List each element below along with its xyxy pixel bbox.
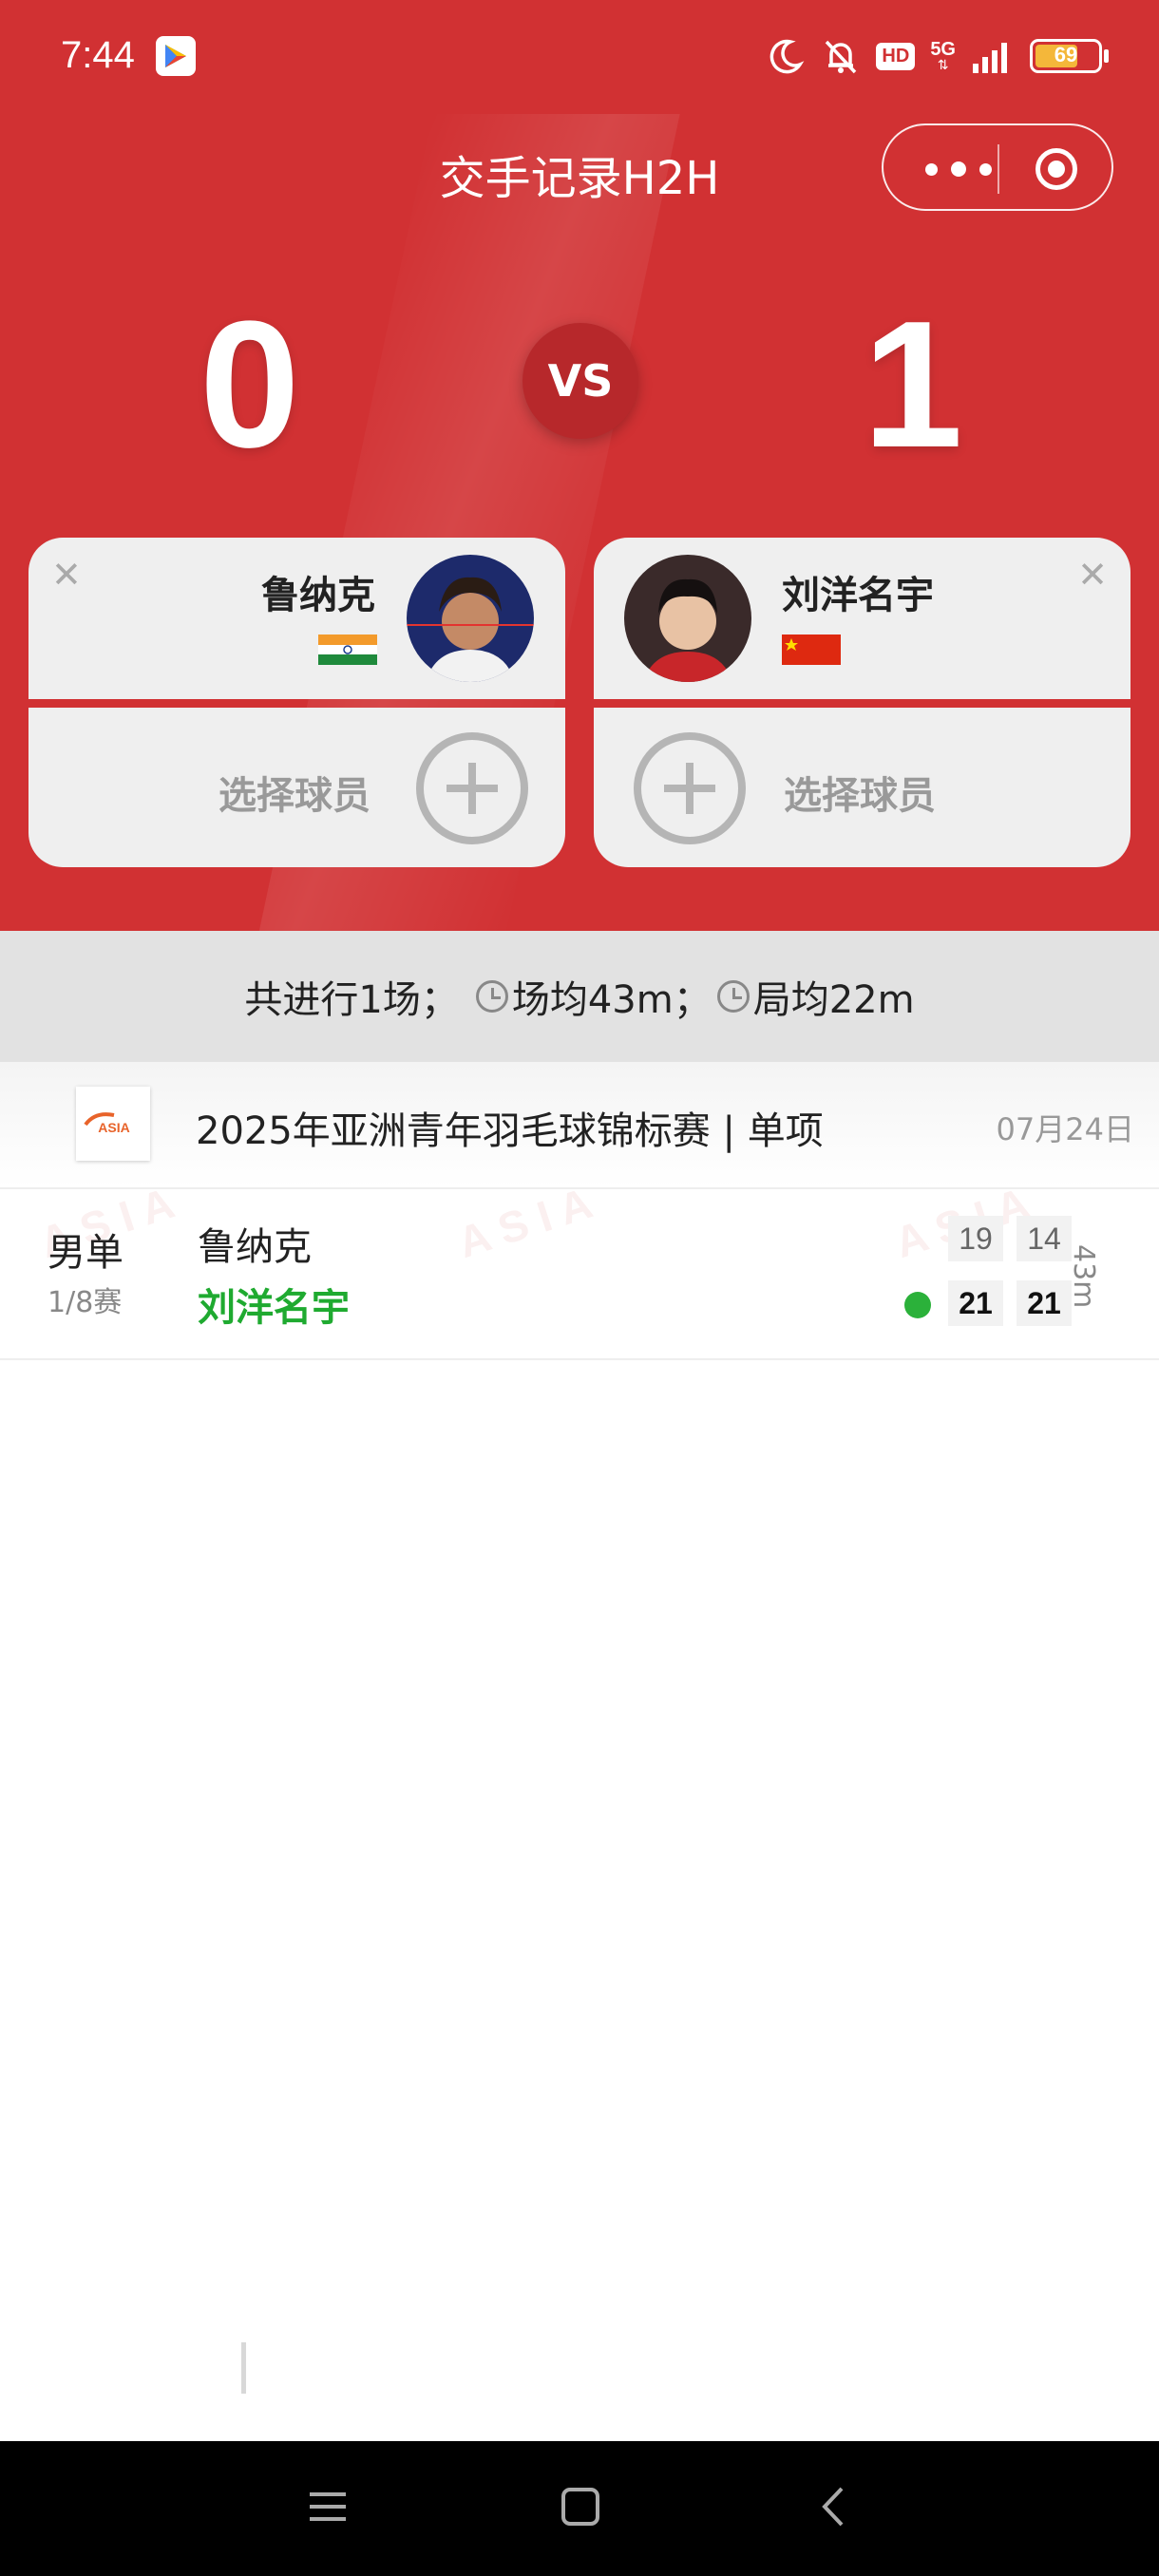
mini-program-capsule <box>882 123 1113 211</box>
h2h-summary: 共进行1场； 场均43m； 局均22m <box>0 931 1159 1062</box>
p2-game2-score: 21 <box>1016 1280 1072 1326</box>
tournament-date: 07月24日 <box>996 1111 1134 1147</box>
moon-icon <box>770 39 805 74</box>
match-row[interactable]: A S I A A S I A A S I A 男单 1/8赛 鲁纳克 刘洋名宇… <box>0 1187 1159 1360</box>
badminton-asia-logo: ASIA <box>76 1087 150 1161</box>
scroll-indicator <box>241 2342 246 2394</box>
status-bar: 7:44 HD 5G ⇅ 69 <box>0 0 1159 114</box>
menu-icon[interactable] <box>306 2485 350 2529</box>
select-player-left[interactable]: 选择球员 <box>28 708 565 867</box>
logo-text: ASIA <box>98 1120 129 1135</box>
add-player-left-icon[interactable] <box>416 732 528 844</box>
battery-percent: 69 <box>1054 43 1078 66</box>
match-duration: 43m <box>1067 1244 1100 1309</box>
add-player-right-icon[interactable] <box>634 732 746 844</box>
match-player1: 鲁纳克 <box>198 1225 312 1269</box>
match-round: 1/8赛 <box>48 1286 123 1319</box>
player-right-name: 刘洋名宇 <box>782 574 934 617</box>
tournament-row[interactable]: ASIA 2025年亚洲青年羽毛球锦标赛 | 单项 07月24日 <box>0 1062 1159 1189</box>
status-time: 7:44 <box>61 34 135 76</box>
player-left-name: 鲁纳克 <box>261 574 375 617</box>
remove-player-left-icon[interactable]: ✕ <box>51 557 82 593</box>
remove-player-right-icon[interactable]: ✕ <box>1077 557 1108 593</box>
p2-game1-score: 21 <box>948 1280 1003 1326</box>
play-store-icon <box>156 36 196 76</box>
score-right: 1 <box>863 284 963 485</box>
summary-total: 共进行1场； <box>244 978 459 1022</box>
summary-avg-match: 场均43m； <box>511 978 712 1022</box>
vs-badge: VS <box>522 323 638 439</box>
battery-icon: 69 <box>1030 39 1109 73</box>
clock-icon <box>716 980 750 1013</box>
player-right-avatar <box>624 555 751 682</box>
summary-avg-game: 局均22m <box>752 978 915 1022</box>
system-navigation-bar <box>0 2441 1159 2576</box>
player-card-left[interactable]: ✕ 鲁纳克 <box>28 538 565 699</box>
hd-badge: HD <box>876 42 916 70</box>
h2h-header: 7:44 HD 5G ⇅ 69 交手记录H2H 0 VS 1 ✕ 鲁纳克 刘洋名… <box>0 0 1159 931</box>
signal-icon <box>973 43 1007 73</box>
back-icon[interactable] <box>813 2485 857 2529</box>
player-card-right[interactable]: 刘洋名宇 ✕ <box>594 538 1130 699</box>
home-icon[interactable] <box>559 2485 602 2529</box>
p1-game1-score: 19 <box>948 1216 1003 1261</box>
close-miniprogram-icon[interactable] <box>1036 148 1077 190</box>
more-options-icon[interactable] <box>925 150 992 188</box>
select-player-right-label: 选择球员 <box>784 774 936 818</box>
clock-icon <box>475 980 508 1013</box>
select-player-right[interactable]: 选择球员 <box>594 708 1130 867</box>
flag-india-icon <box>318 635 377 665</box>
p1-game2-score: 14 <box>1016 1216 1072 1261</box>
flag-china-icon <box>782 635 841 665</box>
match-player2-winner: 刘洋名宇 <box>198 1286 350 1330</box>
player-left-avatar <box>407 555 534 682</box>
tournament-title: 2025年亚洲青年羽毛球锦标赛 | 单项 <box>196 1109 824 1153</box>
match-event: 男单 <box>48 1231 124 1275</box>
network-label: 5G <box>930 39 956 60</box>
winner-indicator-icon <box>904 1292 931 1318</box>
bell-off-icon <box>826 40 857 74</box>
select-player-left-label: 选择球员 <box>218 774 370 818</box>
score-left: 0 <box>200 284 300 485</box>
